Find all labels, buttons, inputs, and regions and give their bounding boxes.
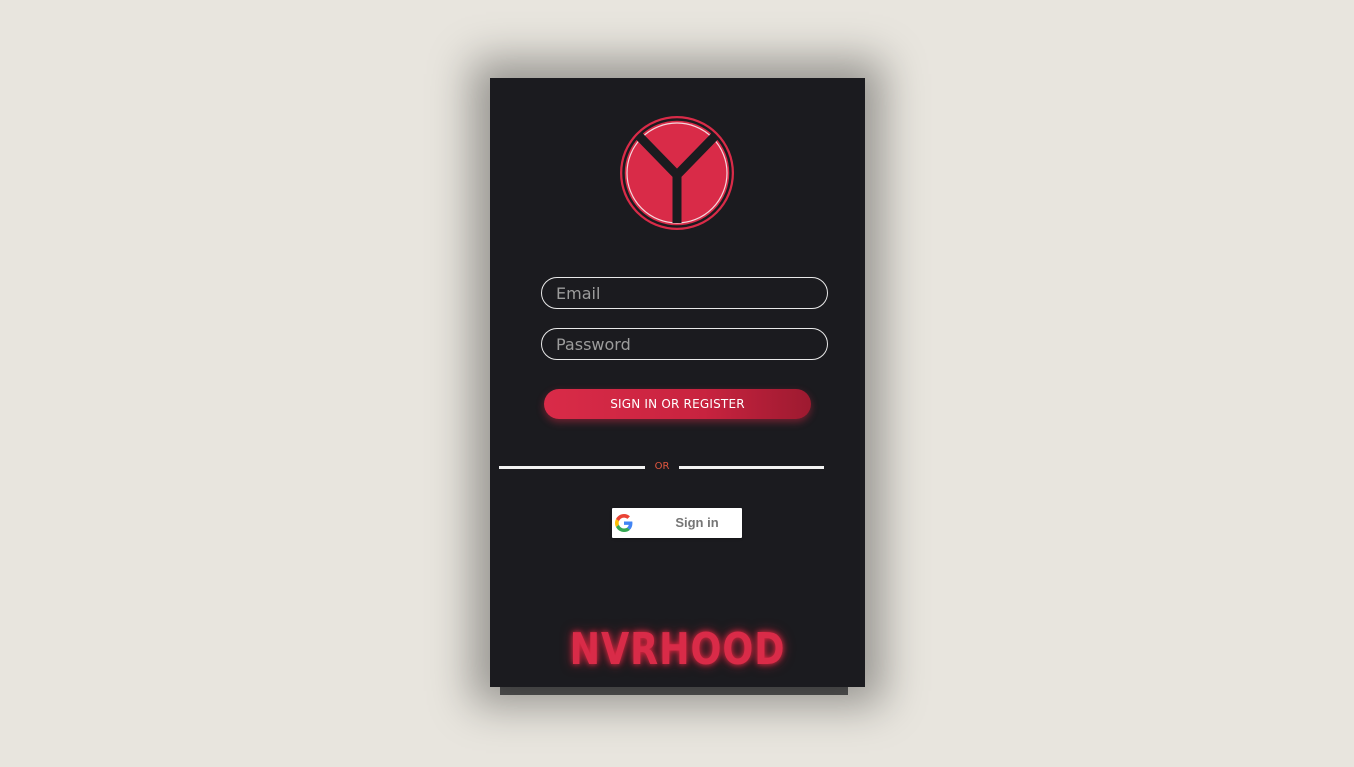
- sign-in-or-register-button[interactable]: SIGN IN OR REGISTER: [544, 389, 811, 419]
- page-stage: SIGN IN OR REGISTER OR Sign in NVRHOOD: [0, 0, 1354, 767]
- password-field[interactable]: [541, 328, 828, 360]
- brand-wordmark: NVRHOOD: [569, 624, 786, 675]
- divider-or-text: OR: [654, 461, 670, 472]
- email-field[interactable]: [541, 277, 828, 309]
- google-sign-in-button[interactable]: Sign in: [612, 508, 742, 538]
- y-circle-logo-icon: [620, 116, 734, 230]
- login-card: SIGN IN OR REGISTER OR Sign in NVRHOOD: [490, 78, 865, 687]
- divider-line-right: [679, 466, 824, 469]
- google-sign-in-label: Sign in: [675, 515, 719, 530]
- google-g-icon: [615, 514, 633, 532]
- divider-line-left: [499, 466, 645, 469]
